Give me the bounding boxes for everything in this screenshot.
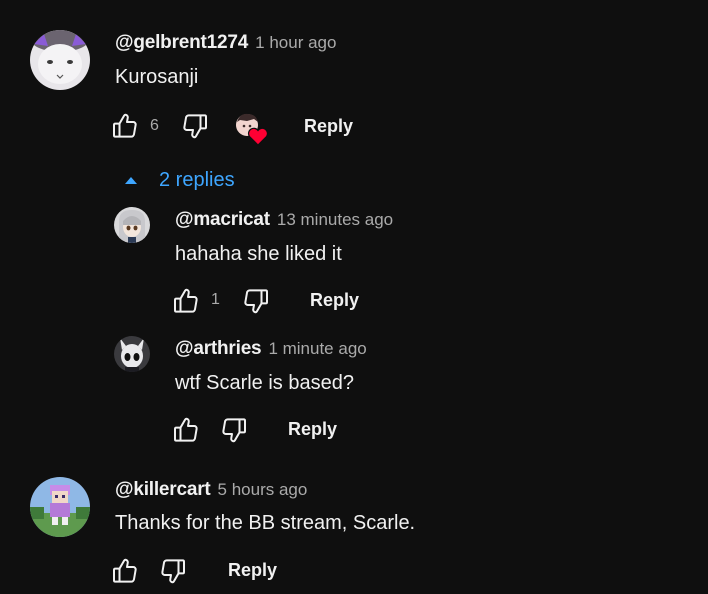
reply-timestamp[interactable]: 1 minute ago — [268, 339, 366, 359]
thumbs-up-icon — [110, 111, 140, 141]
comment-text: Kurosanji — [115, 66, 199, 88]
avatar[interactable] — [30, 30, 90, 90]
thumbs-up-icon — [171, 286, 201, 316]
thumbs-down-icon — [219, 415, 249, 445]
comments-section: @gelbrent1274 1 hour ago Kurosanji 6 Rep… — [0, 0, 708, 594]
reply-button[interactable]: Reply — [288, 419, 337, 440]
thumbs-up-icon — [171, 415, 201, 445]
comment-timestamp[interactable]: 5 hours ago — [218, 480, 308, 500]
reply-button[interactable]: Reply — [228, 560, 277, 581]
thumbs-up-icon — [110, 556, 140, 586]
comment-author[interactable]: @killercart — [115, 479, 211, 501]
reply-text: wtf Scarle is based? — [175, 372, 354, 394]
comment-header: @killercart 5 hours ago — [115, 479, 307, 501]
avatar[interactable] — [114, 336, 150, 372]
reply-author[interactable]: @arthries — [175, 338, 262, 360]
creator-heart-icon — [236, 113, 269, 146]
thumbs-down-icon — [158, 556, 188, 586]
replies-toggle[interactable]: 2 replies — [125, 169, 235, 192]
dislike-button[interactable] — [158, 556, 188, 586]
like-count: 1 — [211, 291, 220, 308]
like-button[interactable] — [171, 286, 201, 316]
dislike-button[interactable] — [180, 111, 210, 141]
reply-timestamp[interactable]: 13 minutes ago — [277, 210, 393, 230]
comment-text: Thanks for the BB stream, Scarle. — [115, 512, 416, 534]
reply-header: @arthries 1 minute ago — [175, 338, 367, 360]
creator-heart-badge[interactable] — [234, 112, 270, 151]
like-count: 6 — [150, 117, 159, 134]
dislike-button[interactable] — [219, 415, 249, 445]
like-button[interactable] — [110, 111, 140, 141]
avatar[interactable] — [114, 207, 150, 243]
dislike-button[interactable] — [241, 286, 271, 316]
caret-up-icon — [125, 177, 137, 184]
comment-timestamp[interactable]: 1 hour ago — [255, 33, 336, 53]
reply-button[interactable]: Reply — [310, 290, 359, 311]
reply-header: @macricat 13 minutes ago — [175, 209, 393, 231]
reply-text: hahaha she liked it — [175, 243, 342, 265]
comment-author[interactable]: @gelbrent1274 — [115, 32, 248, 54]
like-button[interactable] — [110, 556, 140, 586]
thumbs-down-icon — [241, 286, 271, 316]
like-button[interactable] — [171, 415, 201, 445]
reply-button[interactable]: Reply — [304, 116, 353, 137]
reply-author[interactable]: @macricat — [175, 209, 270, 231]
avatar[interactable] — [30, 477, 90, 537]
comment-header: @gelbrent1274 1 hour ago — [115, 32, 336, 54]
replies-count-label: 2 replies — [159, 169, 235, 191]
thumbs-down-icon — [180, 111, 210, 141]
